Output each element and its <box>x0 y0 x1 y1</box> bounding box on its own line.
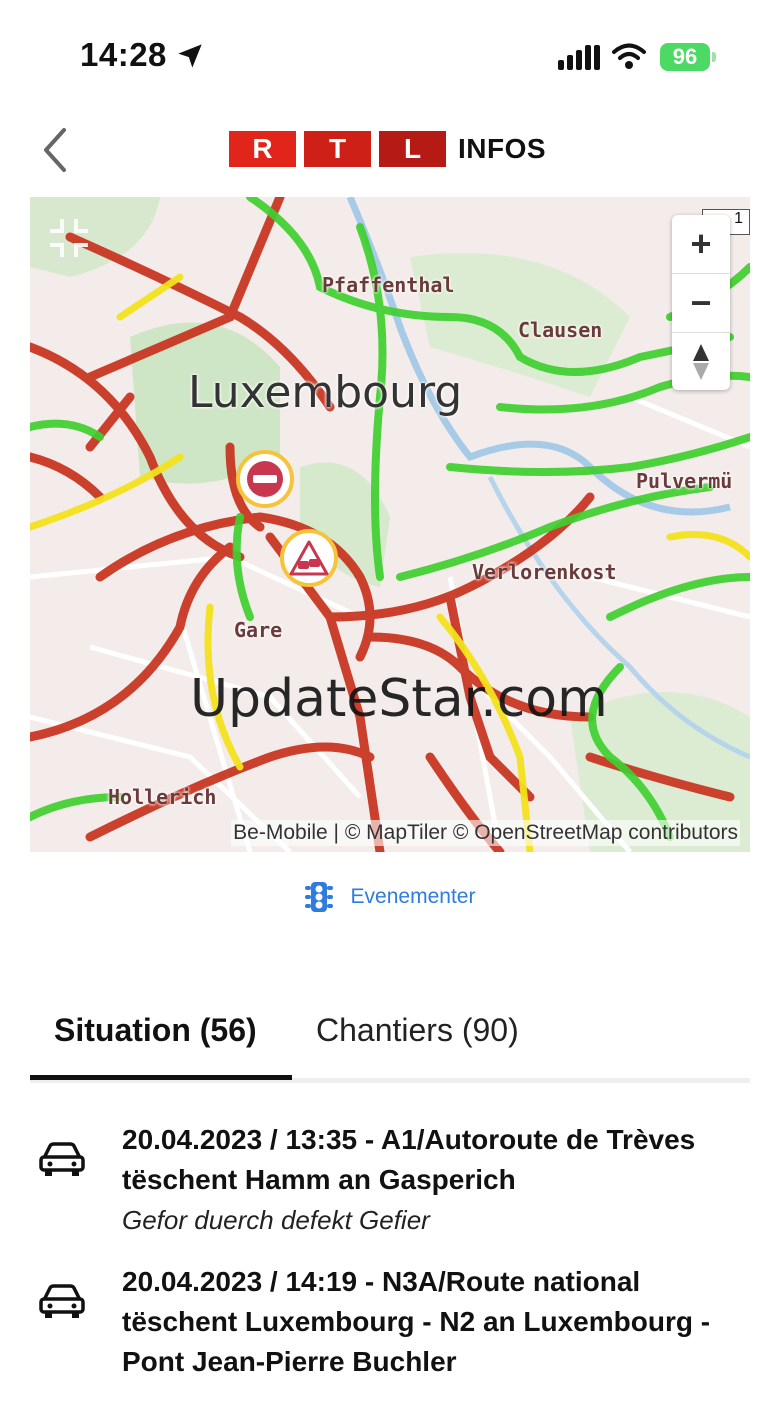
wifi-icon <box>612 43 646 69</box>
logo-letter-l: L <box>379 131 446 167</box>
list-item[interactable]: 20.04.2023 / 14:19 - N3A/Route national … <box>30 1262 750 1382</box>
traffic-jam-warning-icon <box>289 540 329 576</box>
tab-bar: Situation (56) Chantiers (90) <box>30 1000 750 1083</box>
compass-icon <box>693 344 709 380</box>
compass-button[interactable] <box>672 333 730 391</box>
map-city-label: Luxembourg <box>188 367 463 418</box>
traffic-jam-marker[interactable] <box>280 529 338 587</box>
map-place-pulvermuhl: Pulvermü <box>636 469 733 493</box>
incident-list: 20.04.2023 / 13:35 - A1/Autoroute de Trè… <box>30 1120 750 1404</box>
incident-title: 20.04.2023 / 14:19 - N3A/Route national … <box>122 1266 711 1377</box>
cellular-signal-icon <box>558 45 600 70</box>
events-label: Evenementer <box>350 885 476 908</box>
status-time: 14:28 <box>80 36 167 73</box>
map-place-pfaffenthal: Pfaffenthal <box>322 273 455 297</box>
logo-letter-t: T <box>304 131 371 167</box>
car-icon <box>39 1284 85 1318</box>
map-place-verlorenkost: Verlorenkost <box>472 560 617 584</box>
battery-indicator: 96 <box>660 43 710 71</box>
watermark: UpdateStar.com <box>190 669 608 729</box>
map-place-hollerich: Hollerich <box>108 785 217 809</box>
location-arrow-icon <box>178 44 202 68</box>
fullscreen-exit-icon[interactable] <box>48 217 90 259</box>
rtl-infos-logo: R T L INFOS <box>229 131 546 167</box>
back-chevron-icon[interactable] <box>36 124 76 176</box>
traffic-light-icon <box>304 882 333 912</box>
tab-chantiers[interactable]: Chantiers (90) <box>316 1012 519 1049</box>
battery-nub <box>712 52 716 62</box>
battery-level: 96 <box>672 44 698 69</box>
incident-subtitle: Gefor duerch defekt Gefier <box>122 1205 430 1235</box>
list-item[interactable]: 20.04.2023 / 13:35 - A1/Autoroute de Trè… <box>30 1120 750 1240</box>
active-tab-indicator <box>30 1075 292 1080</box>
zoom-out-button[interactable]: − <box>672 274 730 333</box>
no-entry-icon <box>247 461 283 497</box>
incident-title: 20.04.2023 / 13:35 - A1/Autoroute de Trè… <box>122 1124 696 1195</box>
logo-letter-r: R <box>229 131 296 167</box>
map-place-gare: Gare <box>234 618 283 642</box>
tab-situation[interactable]: Situation (56) <box>54 1012 257 1049</box>
traffic-map[interactable]: Luxembourg Pfaffenthal Clausen Pulvermü … <box>30 197 750 852</box>
map-place-clausen: Clausen <box>518 318 603 342</box>
car-icon <box>39 1142 85 1176</box>
events-link[interactable]: Evenementer <box>0 880 780 914</box>
logo-infos-text: INFOS <box>458 133 547 164</box>
status-bar: 14:28 96 <box>0 0 780 110</box>
zoom-controls: + − <box>672 215 730 390</box>
road-closed-marker[interactable] <box>236 450 294 508</box>
zoom-in-button[interactable]: + <box>672 215 730 274</box>
map-attribution[interactable]: Be-Mobile | © MapTiler © OpenStreetMap c… <box>231 820 740 846</box>
